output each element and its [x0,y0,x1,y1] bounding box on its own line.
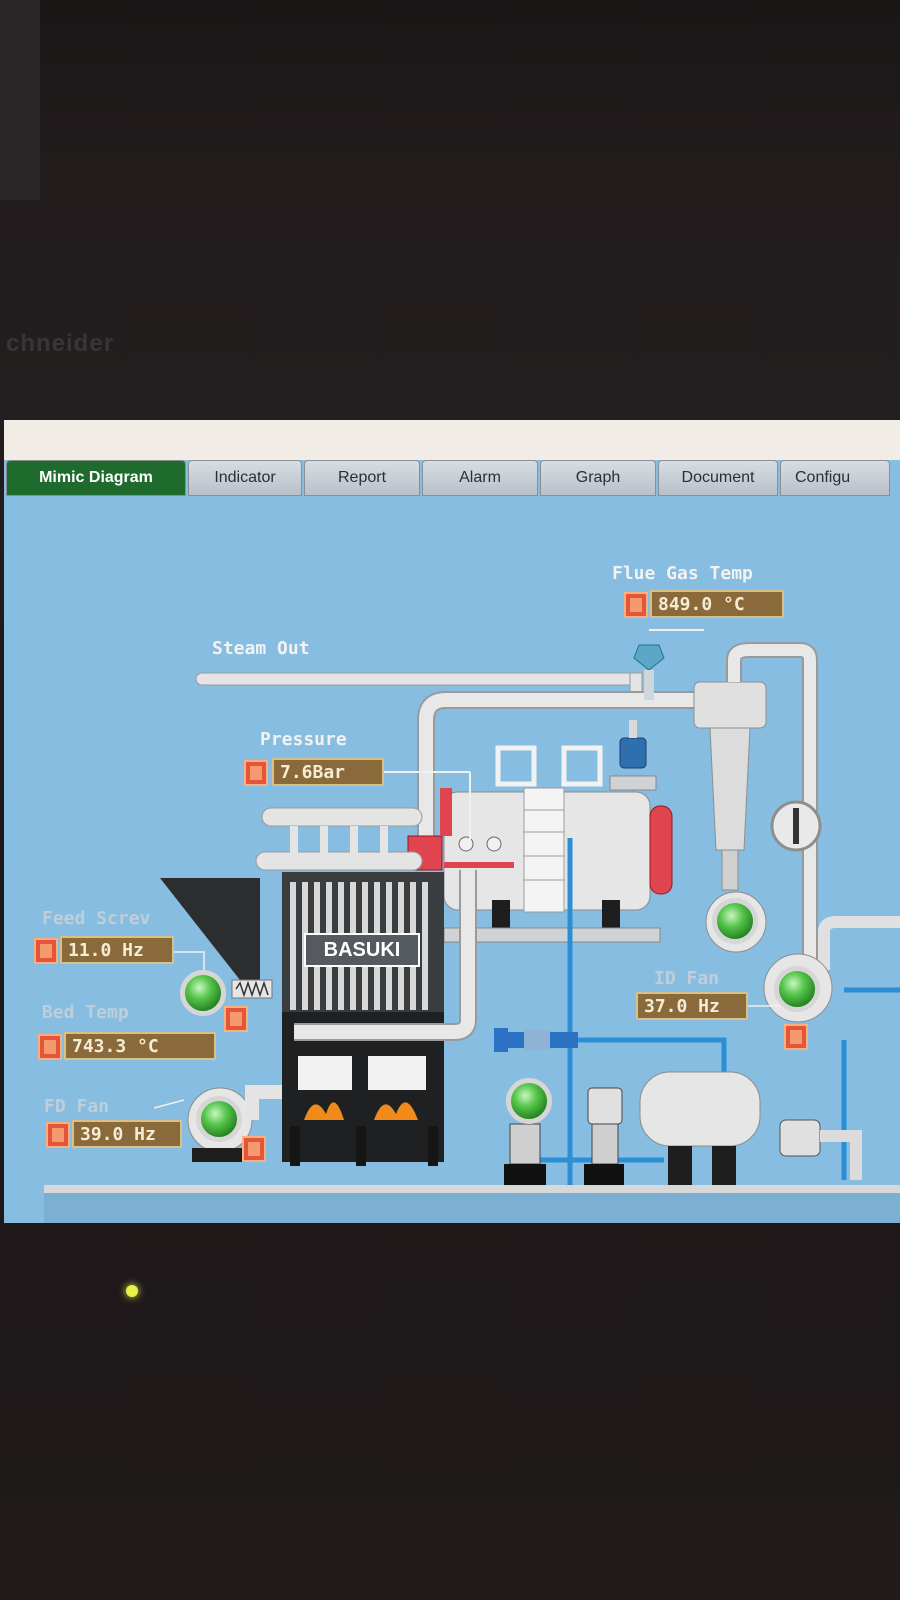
id-fan-value: 37.0 Hz [636,992,748,1020]
floor-line [44,1185,900,1193]
feed-water-pump[interactable] [506,1078,552,1124]
flue-gas-temp-value: 849.0 °C [650,590,784,618]
fd-fan-value: 39.0 Hz [72,1120,182,1148]
monitor-brand-logo: chneider [6,330,115,357]
screen-bottom-strip [44,1193,900,1223]
feed-screw-motor[interactable] [180,970,226,1016]
background-shadow [0,0,40,200]
bed-temp-label: Bed Temp [42,1002,129,1023]
flue-gas-temp-indicator[interactable] [624,592,648,618]
furnace-body [282,872,444,1166]
pressure-value: 7.6Bar [272,758,384,786]
hmi-screen: Mimic Diagram Indicator Report Alarm Gra… [4,420,900,1223]
id-fan-status-indicator[interactable] [784,1024,808,1050]
fd-fan-motor[interactable] [196,1096,242,1142]
feed-screw-value: 11.0 Hz [60,936,174,964]
pressure-indicator[interactable] [244,760,268,786]
monitor-bezel [0,0,900,420]
steam-out-label: Steam Out [212,638,310,659]
fd-fan-indicator[interactable] [46,1122,70,1148]
cyclone-rotary-valve[interactable] [712,898,758,944]
cyclone-separator [693,681,767,891]
flue-gas-temp-label: Flue Gas Temp [612,563,753,584]
feed-screw-status-indicator[interactable] [224,1006,248,1032]
id-fan-motor[interactable] [774,966,820,1012]
boiler-mimic-diagram [153,629,900,1188]
bed-temp-indicator[interactable] [38,1034,62,1060]
fuel-hopper [160,878,260,980]
feed-water-valve [494,1028,578,1052]
header-pipes [255,807,423,871]
id-fan-label: ID Fan [654,968,720,989]
steam-valve [609,720,657,791]
fd-fan-status-indicator[interactable] [242,1136,266,1162]
fd-fan-label: FD Fan [44,1096,110,1117]
boiler-brand-plate: BASUKI [304,933,420,967]
feed-screw-indicator[interactable] [34,938,58,964]
power-led [126,1285,138,1297]
water-tank [639,1071,761,1186]
bed-temp-value: 743.3 °C [64,1032,216,1060]
pressure-label: Pressure [260,729,347,750]
feed-screw-label: Feed Screv [42,908,151,929]
